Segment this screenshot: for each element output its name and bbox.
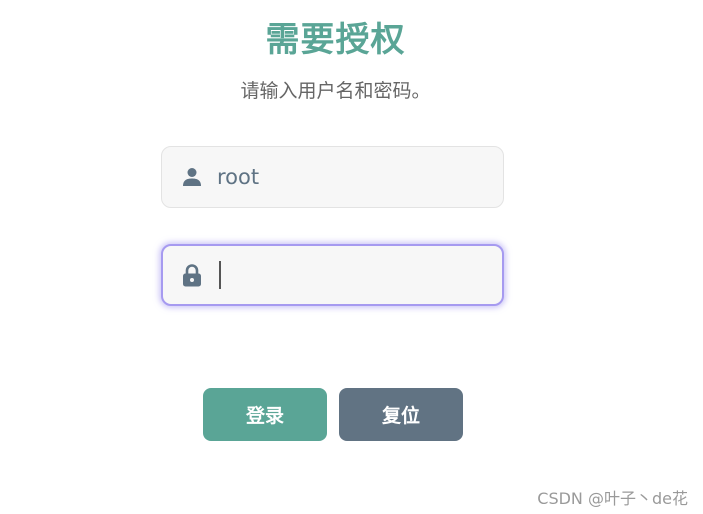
- page-title: 需要授权: [265, 20, 406, 60]
- reset-button[interactable]: 复位: [339, 388, 463, 441]
- lock-icon: [179, 262, 205, 288]
- login-button[interactable]: 登录: [203, 388, 327, 441]
- watermark: CSDN @叶子丶de花: [537, 489, 688, 508]
- username-input[interactable]: [217, 165, 477, 189]
- text-cursor: [219, 261, 221, 289]
- login-page: 需要授权 请输入用户名和密码。 登录 复位 CSDN @叶子丶de花: [0, 0, 703, 514]
- user-icon: [179, 164, 205, 190]
- username-field[interactable]: [161, 146, 504, 208]
- password-field[interactable]: [161, 244, 504, 306]
- page-subtitle: 请输入用户名和密码。: [240, 80, 431, 102]
